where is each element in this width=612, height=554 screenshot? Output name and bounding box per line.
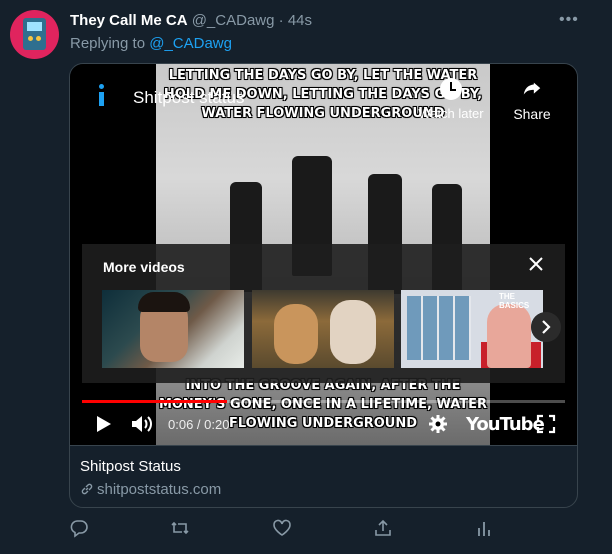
video-thumbnail-2[interactable] [252,290,394,368]
watch-later-label: Watch later [418,106,484,121]
close-icon[interactable] [527,255,545,273]
card-meta[interactable]: Shitpost Status shitpoststatus.com [70,445,577,507]
tweet-time[interactable]: 44s [288,12,312,29]
tweet-actions [0,512,612,544]
reply-prefix: Replying to [70,35,146,52]
reply-icon[interactable] [69,518,89,538]
time-readout: 0:06 / 0:20 [168,417,230,432]
card-title: Shitpost Status [80,458,181,475]
reply-to-link[interactable]: @_CADawg [149,35,232,52]
video-title[interactable]: Shitpost status [133,88,245,108]
link-card[interactable]: LETTING THE DAYS GO BY, LET THE WATER HO… [69,63,578,508]
play-icon[interactable] [92,413,114,435]
fullscreen-icon[interactable] [536,414,556,434]
card-domain-text: shitpoststatus.com [97,481,222,498]
separator-dot: · [278,12,284,29]
more-videos-title: More videos [103,259,185,275]
video-thumbnail-3[interactable]: THE BASICS [401,290,543,368]
share-icon[interactable] [373,518,393,538]
more-options-icon[interactable]: ••• [559,11,579,29]
card-domain: shitpoststatus.com [80,481,221,498]
progress-fill [82,400,227,403]
channel-info-icon[interactable] [98,84,104,106]
chevron-right-icon[interactable] [531,312,561,342]
user-handle[interactable]: @_CADawg [192,12,275,29]
link-icon [81,483,93,495]
replying-to: Replying to @_CADawg [70,35,232,52]
share-video-button[interactable]: Share [508,78,556,122]
analytics-icon[interactable] [474,518,494,538]
volume-icon[interactable] [130,413,154,435]
watch-later-button[interactable]: Watch later [418,78,484,121]
share-arrow-icon [523,82,541,95]
tweet-header: They Call Me CA @_CADawg · 44s [70,12,312,30]
settings-gear-icon[interactable] [428,414,448,434]
video-thumbnail-1[interactable] [102,290,244,368]
progress-bar[interactable] [82,400,565,403]
youtube-logo[interactable]: YouTube [466,414,545,435]
video-player[interactable]: LETTING THE DAYS GO BY, LET THE WATER HO… [70,64,577,445]
avatar[interactable] [10,10,59,59]
display-name[interactable]: They Call Me CA [70,12,188,29]
robot-avatar-icon [23,18,46,50]
retweet-icon[interactable] [170,518,190,538]
clock-icon [440,78,462,100]
more-videos-panel: More videos THE BASICS [82,244,565,383]
share-label: Share [513,106,551,122]
like-heart-icon[interactable] [272,518,292,538]
thumbnail-3-text: THE BASICS [499,292,530,310]
